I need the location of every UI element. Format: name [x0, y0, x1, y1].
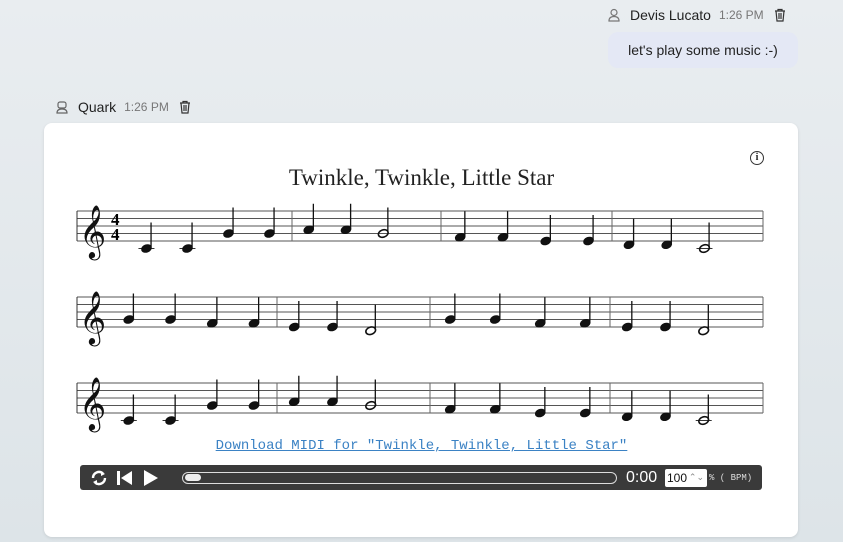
tempo-unit: % ( BPM): [709, 472, 753, 483]
tempo-input[interactable]: 100 ⌃⌄: [665, 468, 707, 487]
tempo-value: 100: [667, 470, 688, 485]
sheet-music: 𝄞 44𝄞𝄞: [76, 203, 764, 432]
loop-icon[interactable]: [86, 465, 112, 490]
playback-time: 0:00: [626, 468, 658, 486]
treble-clef: 𝄞: [79, 290, 106, 346]
treble-clef: 𝄞: [79, 204, 106, 260]
time-signature: 4: [111, 225, 120, 244]
progress-slider[interactable]: [182, 471, 617, 484]
spinner-icon[interactable]: ⌃⌄: [689, 472, 707, 483]
play-icon[interactable]: [138, 465, 164, 490]
download-midi-link[interactable]: Download MIDI for "Twinkle, Twinkle, Lit…: [216, 438, 628, 454]
treble-clef: 𝄞: [79, 376, 106, 432]
rewind-icon[interactable]: [112, 465, 138, 490]
midi-player: 0:00 100 ⌃⌄ % ( BPM): [80, 465, 762, 490]
progress-handle[interactable]: [185, 473, 201, 481]
